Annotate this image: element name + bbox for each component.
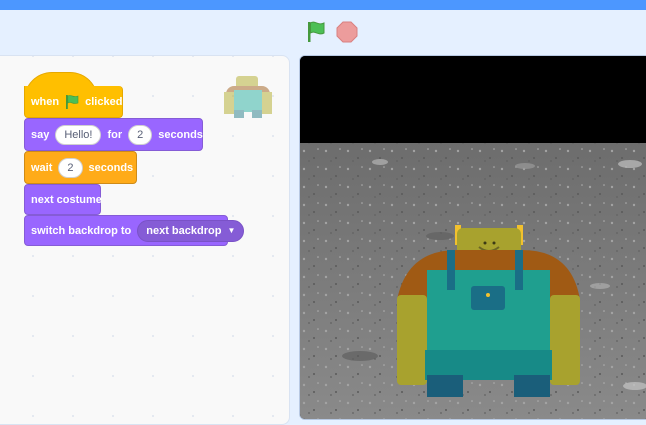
block-label-switch-backdrop: switch backdrop to (31, 224, 132, 237)
stage[interactable] (299, 55, 646, 420)
block-label-seconds: seconds (158, 128, 203, 141)
block-label-wait: wait (31, 161, 53, 174)
sprite-watermark-icon (222, 72, 274, 120)
wait-seconds-block[interactable]: wait 2 seconds (24, 151, 137, 184)
when-flag-clicked-block[interactable]: when clicked (24, 86, 123, 118)
switch-backdrop-block[interactable]: switch backdrop to next backdrop ▼ (24, 215, 245, 246)
block-label-say: say (31, 128, 50, 141)
green-flag-icon[interactable] (303, 19, 329, 45)
menu-bar (0, 0, 646, 10)
robot-sprite[interactable] (397, 225, 582, 400)
say-duration-input[interactable]: 2 (128, 124, 153, 145)
chevron-down-icon: ▼ (227, 226, 236, 235)
next-costume-block[interactable]: next costume (24, 184, 102, 215)
green-flag-icon (64, 94, 80, 110)
block-label-next-costume: next costume (31, 193, 102, 206)
block-label-clicked: clicked (85, 95, 123, 108)
block-label-seconds: seconds (88, 161, 134, 174)
block-label-for: for (107, 128, 123, 141)
say-message-input[interactable]: Hello! (55, 124, 102, 145)
say-for-seconds-block[interactable]: say Hello! for 2 seconds (24, 118, 203, 151)
block-label-when: when (31, 95, 60, 108)
backdrop-dropdown[interactable]: next backdrop ▼ (137, 219, 245, 242)
backdrop-dropdown-value: next backdrop (146, 224, 222, 237)
wait-duration-input[interactable]: 2 (58, 157, 83, 178)
stop-sign-icon[interactable] (336, 21, 358, 43)
